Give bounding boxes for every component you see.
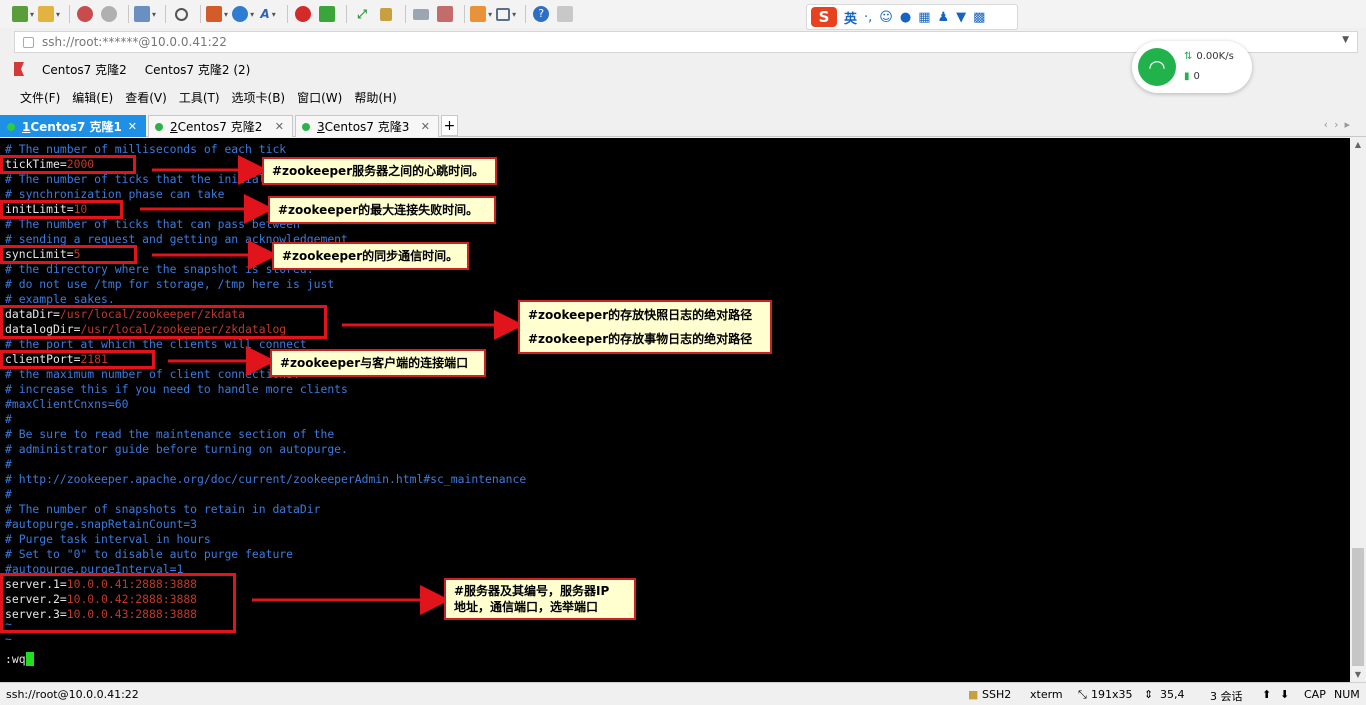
note-initlimit: #zookeeper的最大连接失败时间。 — [268, 196, 496, 224]
note-clientport: #zookeeper与客户端的连接端口 — [270, 349, 486, 377]
note-text: #zookeeper的最大连接失败时间。 — [278, 203, 479, 217]
status-host: ssh://root@10.0.0.41:22 — [6, 688, 139, 701]
note-text: #zookeeper与客户端的连接端口 — [280, 356, 469, 370]
note-synclimit: #zookeeper的同步通信时间。 — [272, 242, 469, 270]
arrow-up-icon[interactable]: ⬆ — [1262, 688, 1271, 701]
note-text: #zookeeper的存放事物日志的绝对路径 — [528, 332, 753, 346]
resize-icon: ⤡ — [1078, 688, 1087, 701]
note-ticktime: #zookeeper服务器之间的心跳时间。 — [262, 157, 497, 185]
arrow-down-icon[interactable]: ⬇ — [1280, 688, 1289, 701]
note-text: #zookeeper服务器之间的心跳时间。 — [272, 164, 485, 178]
note-text: 地址，通信端口，选举端口 — [454, 600, 599, 614]
note-text: #服务器及其编号，服务器IP — [454, 584, 610, 598]
lock-icon: ■ — [968, 688, 979, 701]
xshell-window: ▾ ▾ ▾ ▾ ▾ A ▾ ⤢ ▾ ▾ ? S 英 ·, ☺ ● ▦ ♟ ▼ ▩… — [0, 0, 1366, 705]
status-protocol: SSH2 — [982, 688, 1012, 701]
status-term: xterm — [1030, 688, 1063, 701]
note-servers: #服务器及其编号，服务器IP 地址，通信端口，选举端口 — [444, 578, 636, 620]
cursor-pos-icon: ⇕ — [1144, 688, 1154, 701]
status-size: 191x35 — [1091, 688, 1133, 701]
status-num: NUM — [1334, 688, 1360, 701]
note-datadirs: #zookeeper的存放快照日志的绝对路径 #zookeeper的存放事物日志… — [518, 300, 772, 354]
status-sessions: 3 会话 — [1210, 690, 1243, 703]
note-text: #zookeeper的同步通信时间。 — [282, 249, 459, 263]
status-position: 35,4 — [1160, 688, 1185, 701]
status-bar: ssh://root@10.0.0.41:22 ■ SSH2 xterm ⤡ 1… — [0, 682, 1366, 705]
status-cap: CAP — [1304, 688, 1326, 701]
note-text: #zookeeper的存放快照日志的绝对路径 — [528, 308, 753, 322]
